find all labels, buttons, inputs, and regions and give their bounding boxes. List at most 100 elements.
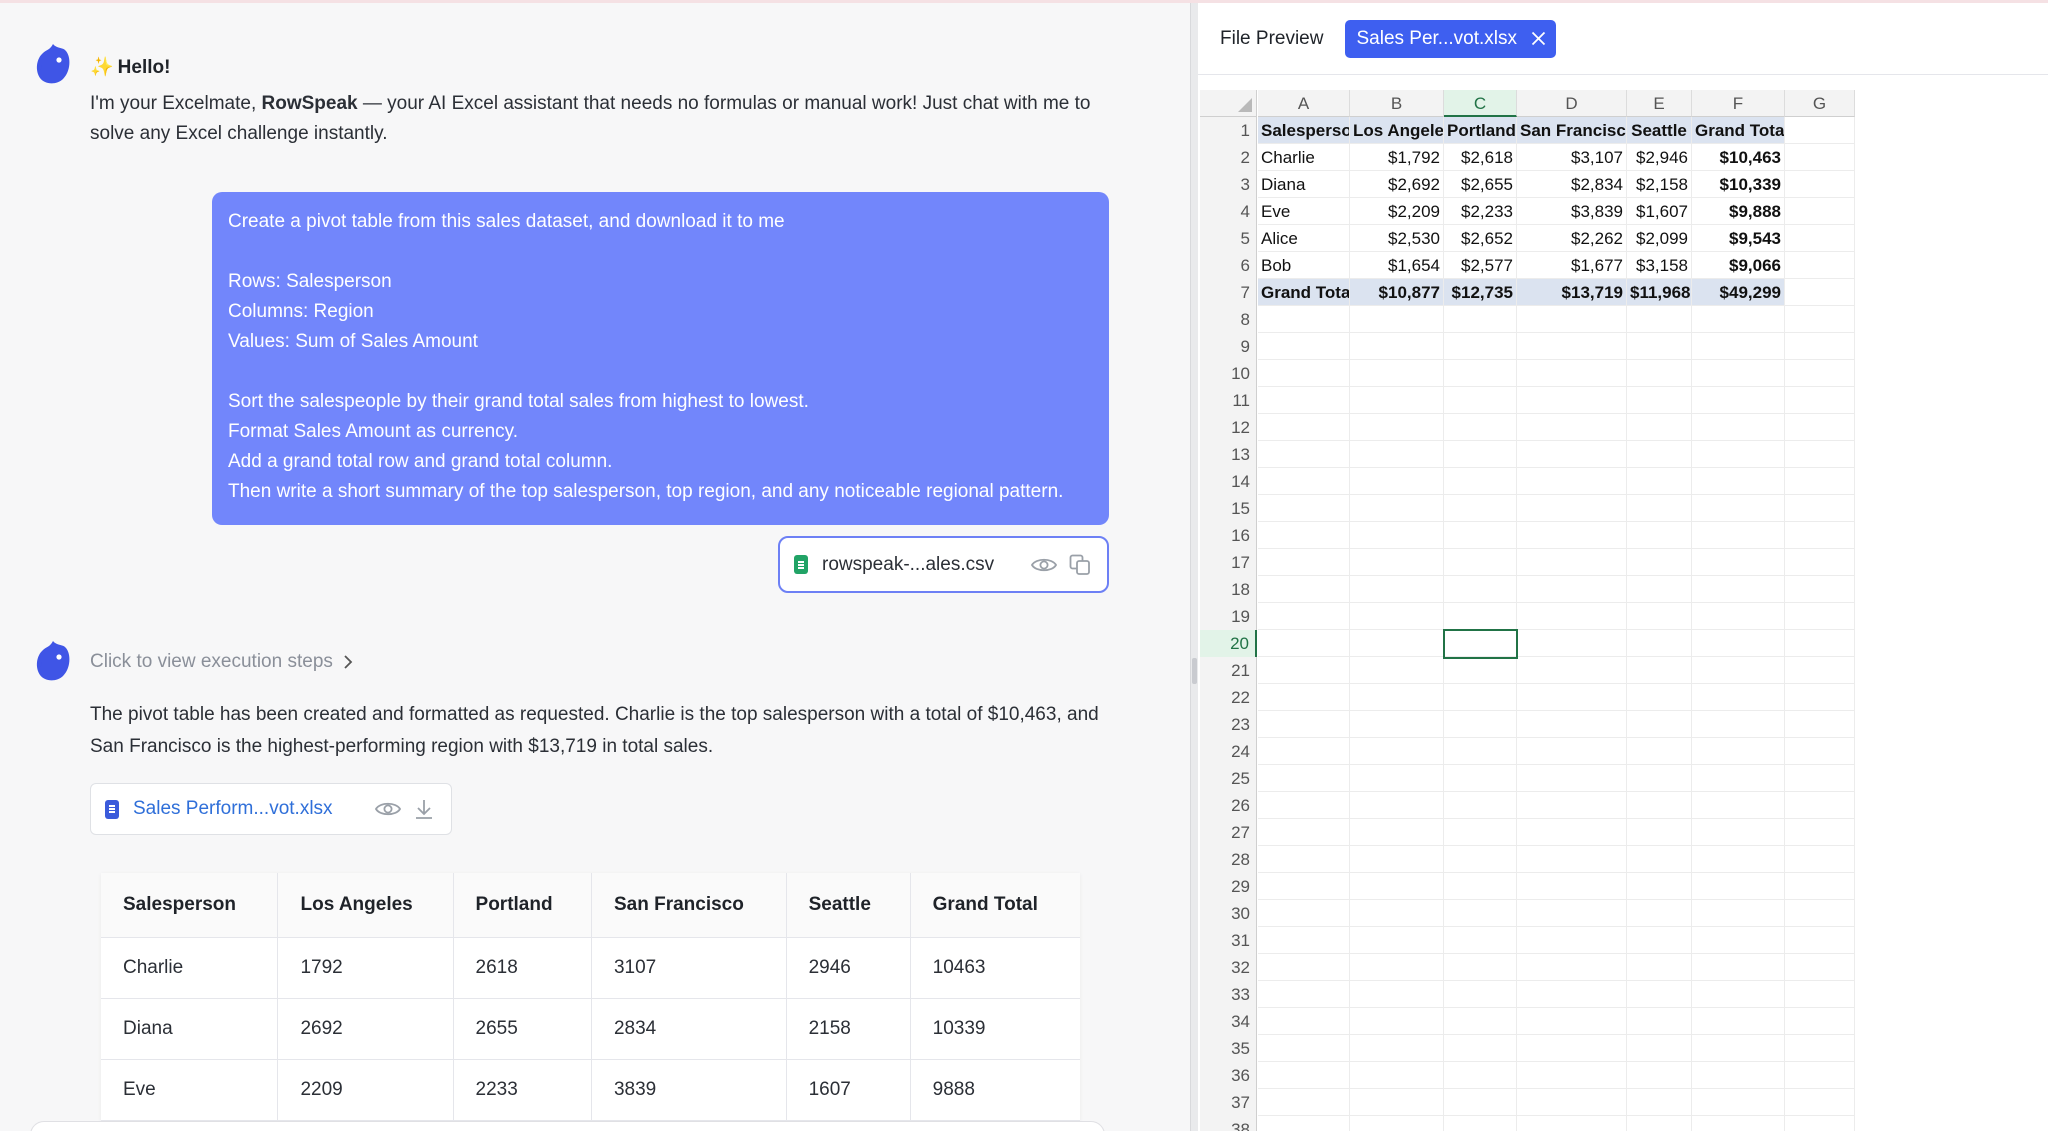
sheet-cell[interactable] xyxy=(1627,900,1692,927)
output-file-name[interactable]: Sales Perform...vot.xlsx xyxy=(133,798,365,820)
row-header[interactable]: 15 xyxy=(1200,495,1257,522)
sheet-cell[interactable] xyxy=(1692,684,1785,711)
sheet-cell[interactable] xyxy=(1350,630,1444,657)
sheet-cell[interactable] xyxy=(1258,1116,1350,1131)
sheet-cell[interactable] xyxy=(1627,738,1692,765)
sheet-cell[interactable] xyxy=(1692,495,1785,522)
sheet-cell[interactable] xyxy=(1785,900,1855,927)
sheet-cell[interactable] xyxy=(1692,819,1785,846)
row-header[interactable]: 14 xyxy=(1200,468,1257,495)
sheet-cell[interactable]: $9,888 xyxy=(1692,198,1785,225)
sheet-cell[interactable] xyxy=(1627,1116,1692,1131)
sheet-cell[interactable]: $3,839 xyxy=(1517,198,1627,225)
row-header[interactable]: 33 xyxy=(1200,981,1257,1008)
sheet-cell[interactable] xyxy=(1785,1089,1855,1116)
sheet-cell[interactable] xyxy=(1692,549,1785,576)
sheet-cell[interactable] xyxy=(1258,630,1350,657)
sheet-cell[interactable] xyxy=(1785,711,1855,738)
sheet-cell[interactable] xyxy=(1692,414,1785,441)
sheet-cell[interactable] xyxy=(1350,873,1444,900)
sheet-cell[interactable]: Seattle xyxy=(1627,117,1692,144)
sheet-cell[interactable] xyxy=(1258,711,1350,738)
sheet-cell[interactable] xyxy=(1350,387,1444,414)
sheet-cell[interactable] xyxy=(1627,630,1692,657)
sheet-cell[interactable] xyxy=(1444,333,1517,360)
column-header[interactable]: B xyxy=(1350,90,1444,117)
sheet-cell[interactable]: $11,968 xyxy=(1627,279,1692,306)
sheet-cell[interactable] xyxy=(1517,738,1627,765)
sheet-cell[interactable] xyxy=(1517,954,1627,981)
sheet-cell[interactable] xyxy=(1785,549,1855,576)
sheet-cell[interactable] xyxy=(1692,441,1785,468)
sheet-cell[interactable] xyxy=(1627,603,1692,630)
row-header[interactable]: 4 xyxy=(1200,198,1257,225)
sheet-cell[interactable] xyxy=(1444,549,1517,576)
sheet-cell[interactable] xyxy=(1350,441,1444,468)
sheet-cell[interactable] xyxy=(1627,981,1692,1008)
column-header[interactable]: C xyxy=(1444,90,1517,117)
row-header[interactable]: 37 xyxy=(1200,1089,1257,1116)
row-header[interactable]: 7 xyxy=(1200,279,1257,306)
sheet-cell[interactable] xyxy=(1692,1008,1785,1035)
row-header[interactable]: 19 xyxy=(1200,603,1257,630)
sheet-cell[interactable] xyxy=(1258,549,1350,576)
sheet-cell[interactable] xyxy=(1785,792,1855,819)
sheet-cell[interactable] xyxy=(1785,1008,1855,1035)
sheet-cell[interactable] xyxy=(1692,1089,1785,1116)
sheet-cell[interactable] xyxy=(1258,576,1350,603)
sheet-cell[interactable] xyxy=(1350,900,1444,927)
sheet-cell[interactable] xyxy=(1517,1116,1627,1131)
file-tab[interactable]: Sales Per...vot.xlsx xyxy=(1345,19,1556,58)
row-header[interactable]: 10 xyxy=(1200,360,1257,387)
sheet-cell[interactable] xyxy=(1350,684,1444,711)
row-header[interactable]: 22 xyxy=(1200,684,1257,711)
sheet-cell[interactable] xyxy=(1627,468,1692,495)
sheet-cell[interactable] xyxy=(1692,576,1785,603)
sheet-cell[interactable] xyxy=(1785,441,1855,468)
sheet-cell[interactable] xyxy=(1258,468,1350,495)
sheet-cell[interactable] xyxy=(1258,819,1350,846)
attachment-chip[interactable]: rowspeak-...ales.csv xyxy=(778,536,1109,593)
sheet-cell[interactable]: Charlie xyxy=(1258,144,1350,171)
sheet-cell[interactable] xyxy=(1350,927,1444,954)
sheet-cell[interactable] xyxy=(1258,900,1350,927)
sheet-cell[interactable] xyxy=(1785,576,1855,603)
sheet-cell[interactable]: Eve xyxy=(1258,198,1350,225)
sheet-cell[interactable] xyxy=(1258,1089,1350,1116)
row-header[interactable]: 29 xyxy=(1200,873,1257,900)
sheet-cell[interactable] xyxy=(1627,1062,1692,1089)
sheet-cell[interactable] xyxy=(1444,711,1517,738)
sheet-cell[interactable] xyxy=(1627,306,1692,333)
sheet-cell[interactable]: Diana xyxy=(1258,171,1350,198)
sheet-cell[interactable] xyxy=(1627,549,1692,576)
execution-steps-link[interactable]: Click to view execution steps xyxy=(90,651,353,673)
sheet-cell[interactable] xyxy=(1444,576,1517,603)
row-header[interactable]: 31 xyxy=(1200,927,1257,954)
sheet-cell[interactable] xyxy=(1692,954,1785,981)
sheet-cell[interactable] xyxy=(1258,1035,1350,1062)
sheet-cell[interactable] xyxy=(1350,711,1444,738)
sheet-cell[interactable] xyxy=(1350,981,1444,1008)
sheet-cell[interactable]: $2,530 xyxy=(1350,225,1444,252)
sheet-cell[interactable]: $10,877 xyxy=(1350,279,1444,306)
row-header[interactable]: 24 xyxy=(1200,738,1257,765)
sheet-cell[interactable] xyxy=(1785,198,1855,225)
sheet-cell[interactable] xyxy=(1517,1062,1627,1089)
sheet-cell[interactable]: $2,655 xyxy=(1444,171,1517,198)
sheet-cell[interactable] xyxy=(1350,819,1444,846)
sheet-cell[interactable] xyxy=(1350,792,1444,819)
sheet-cell[interactable] xyxy=(1350,1008,1444,1035)
sheet-cell[interactable]: Portland xyxy=(1444,117,1517,144)
sheet-cell[interactable] xyxy=(1692,873,1785,900)
sheet-cell[interactable] xyxy=(1627,576,1692,603)
sheet-cell[interactable] xyxy=(1627,927,1692,954)
sheet-cell[interactable] xyxy=(1785,333,1855,360)
sheet-cell[interactable] xyxy=(1350,738,1444,765)
sheet-cell[interactable] xyxy=(1627,1008,1692,1035)
sheet-cell[interactable] xyxy=(1627,657,1692,684)
sheet-cell[interactable] xyxy=(1627,846,1692,873)
sheet-cell[interactable] xyxy=(1444,495,1517,522)
sheet-cell[interactable]: $49,299 xyxy=(1692,279,1785,306)
column-header[interactable]: G xyxy=(1785,90,1855,117)
select-all-corner[interactable] xyxy=(1200,90,1257,117)
